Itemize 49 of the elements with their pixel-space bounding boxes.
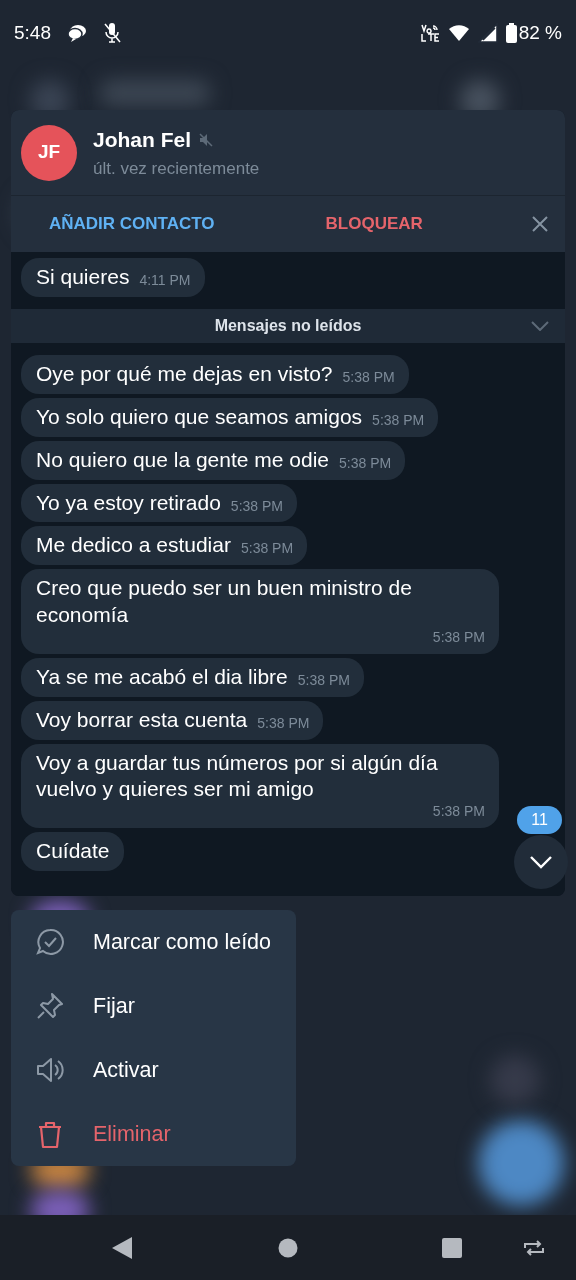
message-time: 5:38 PM: [372, 411, 425, 430]
message-text: No quiero que la gente me odie: [36, 446, 330, 473]
muted-microphone-icon: [103, 22, 121, 44]
menu-item[interactable]: Eliminar: [11, 1102, 296, 1166]
wifi-icon: [447, 24, 470, 42]
chat-check-icon: [35, 927, 65, 957]
unread-label: Mensajes no leídos: [214, 315, 362, 336]
last-seen-status: últ. vez recientemente: [93, 157, 260, 180]
chevron-down-icon: [531, 320, 549, 331]
message-text: Si quieres: [36, 264, 130, 290]
message-text: Creo que puedo ser un buen ministro de economía: [36, 575, 413, 629]
message-text: Yo ya estoy retirado: [36, 489, 221, 516]
message-text: Ya se me acabó el dia libre: [36, 663, 288, 690]
add-contact-button[interactable]: AÑADIR CONTACTO: [49, 211, 215, 237]
avatar: JF: [21, 124, 77, 181]
battery-icon: [505, 23, 517, 43]
menu-item[interactable]: Marcar como leído: [11, 910, 296, 974]
message-text: Oye por qué me dejas en visto?: [36, 360, 333, 387]
contact-name: Johan Fel: [93, 127, 192, 153]
message-time: 5:38 PM: [432, 629, 485, 647]
battery-level: 82 %: [518, 20, 562, 45]
close-icon[interactable]: [531, 215, 549, 233]
back-icon[interactable]: [111, 1235, 133, 1260]
message-time: 5:38 PM: [342, 368, 395, 387]
message-time: 4:11 PM: [139, 272, 191, 291]
message-time: 5:38 PM: [230, 497, 283, 516]
home-icon[interactable]: [278, 1237, 298, 1258]
message-time: 5:38 PM: [257, 714, 310, 733]
clock-time: 5:48: [14, 20, 51, 45]
block-button[interactable]: BLOQUEAR: [325, 211, 423, 237]
chevron-down-icon: [529, 855, 553, 869]
message-text: Cuídate: [36, 838, 110, 865]
message-text: Yo solo quiero que seamos amigos: [36, 403, 363, 430]
message-time: 5:38 PM: [297, 671, 350, 690]
menu-item[interactable]: Fijar: [11, 974, 296, 1038]
message-text: Voy a guardar tus números por si algún día vuelvo y quieres ser mi amigo: [36, 749, 439, 803]
message-time: 5:38 PM: [240, 540, 294, 559]
rotate-icon[interactable]: [522, 1238, 546, 1257]
speaker-icon: [35, 1055, 65, 1085]
signal-icon: [477, 23, 498, 43]
message-text: Voy borrar esta cuenta: [36, 706, 248, 733]
recents-icon[interactable]: [442, 1237, 462, 1258]
pin-icon: [35, 991, 65, 1021]
message-text: Me dedico a estudiar: [36, 532, 231, 559]
menu-item[interactable]: Activar: [11, 1038, 296, 1102]
volte-icon: [419, 22, 440, 44]
message-time: 5:38 PM: [432, 803, 485, 822]
message-time: 5:38 PM: [339, 454, 392, 473]
chat-bubbles-icon: [67, 24, 87, 42]
